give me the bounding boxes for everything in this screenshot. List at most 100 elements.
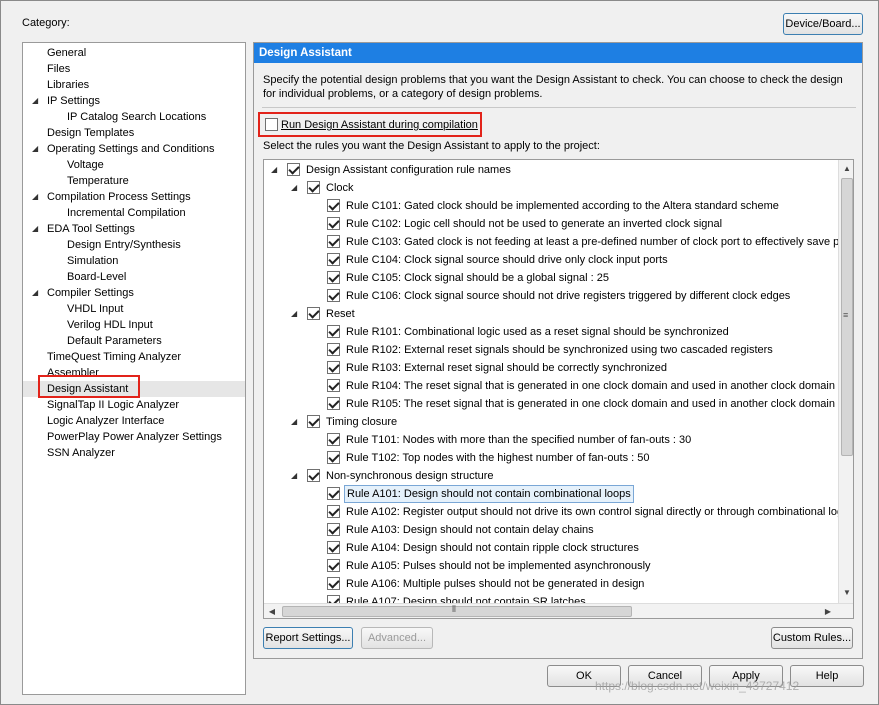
rule-checkbox[interactable] <box>287 163 300 176</box>
rule-checkbox[interactable] <box>307 415 320 428</box>
separator <box>262 107 856 108</box>
expand-arrow-icon[interactable]: ◢ <box>291 468 299 484</box>
custom-rules-button[interactable]: Custom Rules... <box>771 627 853 649</box>
rule-group-label[interactable]: Non-synchronous design structure <box>326 467 494 485</box>
rule-label[interactable]: Rule R103: External reset signal should … <box>346 359 667 377</box>
rule-checkbox[interactable] <box>327 577 340 590</box>
help-button[interactable]: Help <box>790 665 864 687</box>
rule-label[interactable]: Rule T101: Nodes with more than the spec… <box>346 431 691 449</box>
horizontal-scroll-thumb[interactable] <box>282 606 632 617</box>
rule-checkbox[interactable] <box>327 271 340 284</box>
category-item[interactable]: Simulation <box>67 253 118 269</box>
category-tree[interactable]: General Files Libraries ◢ IP Settings IP Cata… <box>22 42 246 695</box>
grip-icon: ⦀ <box>452 604 456 614</box>
category-item[interactable]: Board-Level <box>67 269 126 285</box>
rule-group-label[interactable]: Timing closure <box>326 413 397 431</box>
category-item[interactable]: VHDL Input <box>67 301 123 317</box>
expand-arrow-icon[interactable]: ◢ <box>291 306 299 322</box>
category-item[interactable]: PowerPlay Power Analyzer Settings <box>47 429 222 445</box>
rule-checkbox[interactable] <box>307 181 320 194</box>
advanced-button[interactable]: Advanced... <box>361 627 433 649</box>
rule-label[interactable]: Rule A103: Design should not contain del… <box>346 521 594 539</box>
rule-label[interactable]: Rule A101: Design should not contain com… <box>344 485 634 503</box>
rule-checkbox[interactable] <box>327 343 340 356</box>
rule-checkbox[interactable] <box>327 541 340 554</box>
rule-label[interactable]: Rule R102: External reset signals should… <box>346 341 773 359</box>
rules-horizontal-scrollbar[interactable]: ◀ ⦀ ▶ <box>264 603 853 618</box>
category-item[interactable]: Logic Analyzer Interface <box>47 413 164 429</box>
category-item[interactable]: Incremental Compilation <box>67 205 186 221</box>
category-item[interactable]: EDA Tool Settings <box>47 221 135 237</box>
category-item[interactable]: General <box>47 45 86 61</box>
rule-checkbox[interactable] <box>307 469 320 482</box>
rule-checkbox[interactable] <box>307 307 320 320</box>
category-item[interactable]: Design Templates <box>47 125 134 141</box>
expand-arrow-icon[interactable]: ◢ <box>32 221 40 237</box>
category-item[interactable]: IP Settings <box>47 93 100 109</box>
rule-checkbox[interactable] <box>327 199 340 212</box>
rule-label[interactable]: Rule R105: The reset signal that is gene… <box>346 395 850 413</box>
rule-label[interactable]: Rule C104: Clock signal source should dr… <box>346 251 668 269</box>
rule-label[interactable]: Rule C101: Gated clock should be impleme… <box>346 197 779 215</box>
report-settings-button[interactable]: Report Settings... <box>263 627 353 649</box>
category-item[interactable]: Compilation Process Settings <box>47 189 191 205</box>
category-item[interactable]: Default Parameters <box>67 333 162 349</box>
scroll-right-icon[interactable]: ▶ <box>820 607 836 616</box>
rule-label[interactable]: Rule A105: Pulses should not be implemen… <box>346 557 651 575</box>
category-item[interactable]: SSN Analyzer <box>47 445 115 461</box>
rules-vertical-scrollbar[interactable]: ▲ ≡ ▼ <box>838 160 853 603</box>
expand-arrow-icon[interactable]: ◢ <box>32 189 40 205</box>
rule-checkbox[interactable] <box>327 451 340 464</box>
category-item[interactable]: IP Catalog Search Locations <box>67 109 206 125</box>
category-item[interactable]: SignalTap II Logic Analyzer <box>47 397 179 413</box>
rule-checkbox[interactable] <box>327 505 340 518</box>
category-item[interactable]: Operating Settings and Conditions <box>47 141 215 157</box>
rules-tree[interactable]: ◢ Design Assistant configuration rule nam… <box>263 159 854 619</box>
rule-label[interactable]: Rule T102: Top nodes with the highest nu… <box>346 449 650 467</box>
rule-checkbox[interactable] <box>327 379 340 392</box>
rule-label[interactable]: Rule A104: Design should not contain rip… <box>346 539 639 557</box>
expand-arrow-icon[interactable]: ◢ <box>32 141 40 157</box>
rule-label[interactable]: Rule C103: Gated clock is not feeding at… <box>346 233 839 251</box>
device-board-button[interactable]: Device/Board... <box>783 13 863 35</box>
rule-checkbox[interactable] <box>327 253 340 266</box>
rule-group-label[interactable]: Design Assistant configuration rule name… <box>306 161 511 179</box>
expand-arrow-icon[interactable]: ◢ <box>32 285 40 301</box>
scroll-up-icon[interactable]: ▲ <box>839 164 853 173</box>
rule-checkbox[interactable] <box>327 397 340 410</box>
rule-checkbox[interactable] <box>327 433 340 446</box>
rule-label[interactable]: Rule A106: Multiple pulses should not be… <box>346 575 644 593</box>
scroll-down-icon[interactable]: ▼ <box>839 588 853 597</box>
rule-checkbox[interactable] <box>327 361 340 374</box>
category-item[interactable]: Voltage <box>67 157 104 173</box>
category-item[interactable]: Temperature <box>67 173 129 189</box>
category-item[interactable]: Verilog HDL Input <box>67 317 153 333</box>
category-item[interactable]: Compiler Settings <box>47 285 134 301</box>
rule-group-label[interactable]: Clock <box>326 179 354 197</box>
category-item[interactable]: Design Entry/Synthesis <box>67 237 181 253</box>
category-item[interactable]: Design Assistant <box>47 381 128 397</box>
expand-arrow-icon[interactable]: ◢ <box>291 180 299 196</box>
rule-checkbox[interactable] <box>327 217 340 230</box>
panel-description: Specify the potential design problems th… <box>263 74 843 100</box>
rule-checkbox[interactable] <box>327 487 340 500</box>
rule-label[interactable]: Rule C106: Clock signal source should no… <box>346 287 790 305</box>
rule-label[interactable]: Rule R104: The reset signal that is gene… <box>346 377 850 395</box>
rule-label[interactable]: Rule C102: Logic cell should not be used… <box>346 215 722 233</box>
rule-checkbox[interactable] <box>327 235 340 248</box>
expand-arrow-icon[interactable]: ◢ <box>291 414 299 430</box>
rule-checkbox[interactable] <box>327 523 340 536</box>
rule-group-label[interactable]: Reset <box>326 305 355 323</box>
category-item[interactable]: Libraries <box>47 77 89 93</box>
rule-checkbox[interactable] <box>327 325 340 338</box>
rule-checkbox[interactable] <box>327 559 340 572</box>
expand-arrow-icon[interactable]: ◢ <box>271 162 279 178</box>
category-item[interactable]: Files <box>47 61 70 77</box>
rule-checkbox[interactable] <box>327 289 340 302</box>
category-item[interactable]: TimeQuest Timing Analyzer <box>47 349 181 365</box>
rule-label[interactable]: Rule R101: Combinational logic used as a… <box>346 323 729 341</box>
rule-label[interactable]: Rule A102: Register output should not dr… <box>346 503 843 521</box>
expand-arrow-icon[interactable]: ◢ <box>32 93 40 109</box>
rule-label[interactable]: Rule C105: Clock signal should be a glob… <box>346 269 609 287</box>
scroll-left-icon[interactable]: ◀ <box>264 607 280 616</box>
